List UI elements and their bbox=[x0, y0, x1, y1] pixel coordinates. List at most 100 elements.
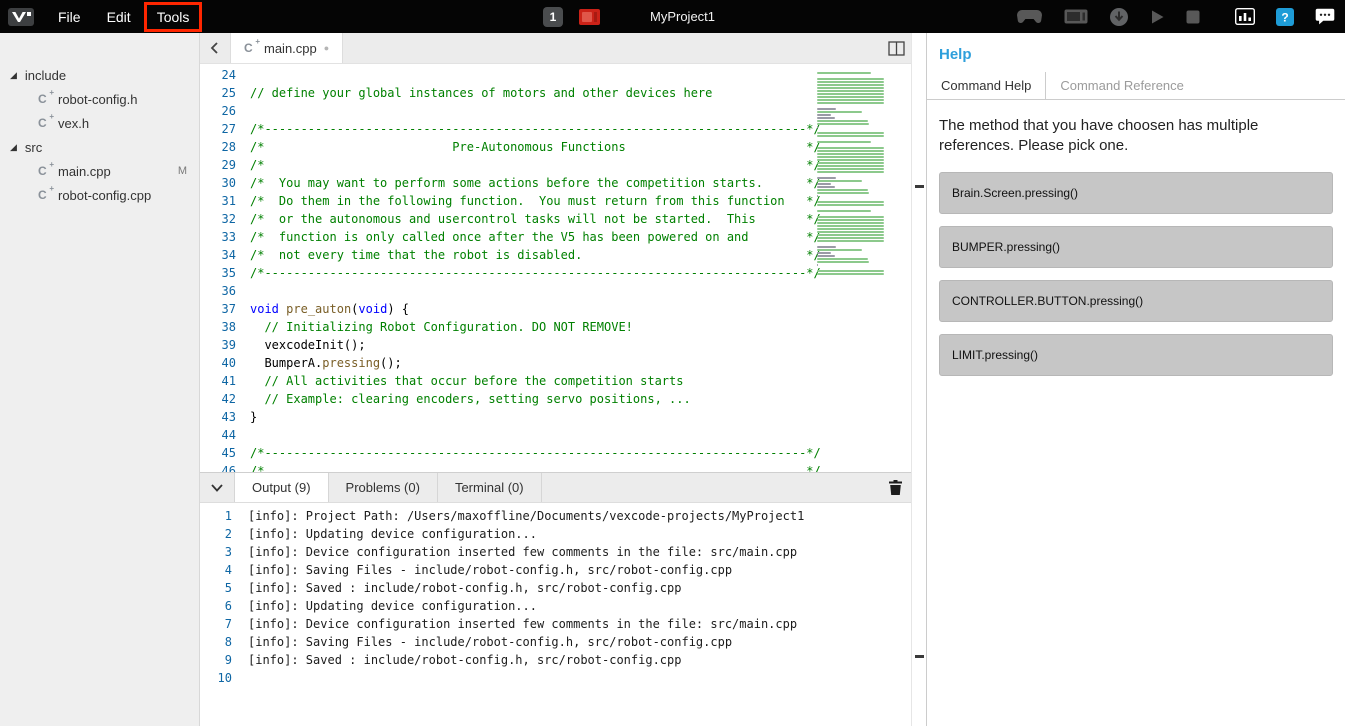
code-line[interactable]: 40 BumperA.pressing(); bbox=[200, 354, 911, 372]
cpp-file-icon: C bbox=[38, 92, 51, 106]
code-line[interactable]: 44 bbox=[200, 426, 911, 444]
minimap[interactable] bbox=[817, 69, 895, 276]
folder-include[interactable]: ◢include bbox=[0, 63, 199, 87]
bottom-tabs: Output (9)Problems (0)Terminal (0) bbox=[234, 473, 542, 502]
project-title: MyProject1 bbox=[650, 9, 715, 24]
folder-name: src bbox=[25, 140, 42, 155]
tab-output[interactable]: Output (9) bbox=[234, 473, 329, 502]
code-line[interactable]: 38 // Initializing Robot Configuration. … bbox=[200, 318, 911, 336]
menu-edit[interactable]: Edit bbox=[97, 5, 141, 29]
code-line[interactable]: 24 bbox=[200, 66, 911, 84]
line-text: /*--------------------------------------… bbox=[250, 120, 821, 138]
code-line[interactable]: 34/* not every time that the robot is di… bbox=[200, 246, 911, 264]
line-text: /* Do them in the following function. Yo… bbox=[250, 192, 821, 210]
tab-command-help[interactable]: Command Help bbox=[927, 72, 1046, 99]
line-number: 36 bbox=[200, 282, 236, 300]
code-line[interactable]: 42 // Example: clearing encoders, settin… bbox=[200, 390, 911, 408]
line-number: 44 bbox=[200, 426, 236, 444]
editor-tabbar: C main.cpp ● bbox=[200, 33, 911, 64]
output-text: [info]: Device configuration inserted fe… bbox=[248, 543, 797, 561]
controller-icon[interactable] bbox=[1016, 8, 1043, 25]
panel-scrollbar[interactable] bbox=[911, 33, 926, 726]
modified-dot-icon: ● bbox=[324, 43, 329, 53]
help-body: The method that you have choosen has mul… bbox=[927, 100, 1345, 404]
folder-src[interactable]: ◢ src bbox=[0, 135, 199, 159]
line-number: 33 bbox=[200, 228, 236, 246]
brain-status-icon[interactable] bbox=[579, 9, 600, 25]
toolbar-icons: ? bbox=[1016, 0, 1335, 33]
code-line[interactable]: 35/*------------------------------------… bbox=[200, 264, 911, 282]
output-line: 7[info]: Device configuration inserted f… bbox=[200, 615, 911, 633]
code-line[interactable]: 45/*------------------------------------… bbox=[200, 444, 911, 462]
code-line[interactable]: 33 /* function is only called once after … bbox=[200, 228, 911, 246]
stop-icon[interactable] bbox=[1186, 10, 1200, 24]
workspace: ◢includeCrobot-config.hCvex.h◢srcCmain.c… bbox=[0, 33, 1345, 726]
line-text: // define your global instances of motor… bbox=[250, 84, 712, 102]
code-line[interactable]: 25 // define your global instances of mot… bbox=[200, 84, 911, 102]
reference-option-button[interactable]: BUMPER.pressing() bbox=[939, 226, 1333, 268]
file-name: vex.h bbox=[58, 116, 89, 131]
tab-problems[interactable]: Problems (0) bbox=[329, 473, 438, 502]
code-line[interactable]: 30/* You may want to perform some action… bbox=[200, 174, 911, 192]
code-line[interactable]: 29/* */ bbox=[200, 156, 911, 174]
download-icon[interactable] bbox=[1109, 7, 1129, 27]
split-editor-button[interactable] bbox=[888, 41, 905, 61]
line-text: /* function is only called once after th… bbox=[250, 228, 821, 246]
code-line[interactable]: 37void pre_auton(void) { bbox=[200, 300, 911, 318]
reference-option-button[interactable]: Brain.Screen.pressing() bbox=[939, 172, 1333, 214]
code-line[interactable]: 26 bbox=[200, 102, 911, 120]
line-number: 8 bbox=[200, 633, 232, 651]
file-tree: ◢includeCrobot-config.hCvex.h◢srcCmain.c… bbox=[0, 63, 199, 207]
reference-option-button[interactable]: LIMIT.pressing() bbox=[939, 334, 1333, 376]
disclosure-triangle-icon[interactable]: ◢ bbox=[10, 71, 17, 80]
line-number: 29 bbox=[200, 156, 236, 174]
file-vex.h[interactable]: Cvex.h bbox=[0, 111, 199, 135]
line-text: void pre_auton(void) { bbox=[250, 300, 409, 318]
reference-option-button[interactable]: CONTROLLER.BUTTON.pressing() bbox=[939, 280, 1333, 322]
line-text: BumperA.pressing(); bbox=[250, 354, 402, 372]
disclosure-triangle-icon[interactable]: ◢ bbox=[10, 143, 17, 152]
file-name: robot-config.cpp bbox=[58, 188, 151, 203]
code-line[interactable]: 36 bbox=[200, 282, 911, 300]
output-line: 8[info]: Saving Files - include/robot-co… bbox=[200, 633, 911, 651]
code-line[interactable]: 31 /* Do them in the following function. … bbox=[200, 192, 911, 210]
tab-terminal[interactable]: Terminal (0) bbox=[438, 473, 542, 502]
code-line[interactable]: 46/* */ bbox=[200, 462, 911, 472]
code-line[interactable]: 27/*------------------------------------… bbox=[200, 120, 911, 138]
menu-tools[interactable]: Tools bbox=[147, 5, 200, 29]
play-icon[interactable] bbox=[1150, 9, 1165, 25]
code-line[interactable]: 43} bbox=[200, 408, 911, 426]
clear-output-button[interactable] bbox=[888, 479, 903, 501]
file-robot-config.cpp[interactable]: Crobot-config.cpp bbox=[0, 183, 199, 207]
line-text: /*--------------------------------------… bbox=[250, 444, 821, 462]
line-number: 31 bbox=[200, 192, 236, 210]
tab-command-reference[interactable]: Command Reference bbox=[1046, 72, 1198, 99]
line-number: 24 bbox=[200, 66, 236, 84]
file-robot-config.h[interactable]: Crobot-config.h bbox=[0, 87, 199, 111]
line-number: 25 bbox=[200, 84, 236, 102]
code-line[interactable]: 32/* or the autonomous and usercontrol t… bbox=[200, 210, 911, 228]
code-line[interactable]: 28/* Pre-Autonomous Functions */ bbox=[200, 138, 911, 156]
code-line[interactable]: 41 // All activities that occur before t… bbox=[200, 372, 911, 390]
feedback-icon[interactable] bbox=[1315, 8, 1335, 25]
output-line: 2[info]: Updating device configuration..… bbox=[200, 525, 911, 543]
slot-badge[interactable]: 1 bbox=[543, 7, 563, 27]
menu-file[interactable]: File bbox=[48, 5, 91, 29]
dashboard-icon[interactable] bbox=[1235, 8, 1255, 25]
cpp-file-icon: C bbox=[38, 116, 51, 130]
line-text: // All activities that occur before the … bbox=[250, 372, 683, 390]
scroll-mark-icon bbox=[915, 655, 924, 658]
brain-icon[interactable] bbox=[1064, 9, 1088, 24]
tab-main-cpp[interactable]: C main.cpp ● bbox=[230, 33, 343, 63]
code-editor[interactable]: 2425 // define your global instances of m… bbox=[200, 64, 911, 472]
collapse-panel-button[interactable] bbox=[200, 473, 234, 502]
code-line[interactable]: 39 vexcodeInit(); bbox=[200, 336, 911, 354]
output-text: [info]: Saved : include/robot-config.h, … bbox=[248, 651, 681, 669]
bottom-tabbar: Output (9)Problems (0)Terminal (0) bbox=[200, 473, 911, 503]
file-main.cpp[interactable]: Cmain.cppM bbox=[0, 159, 199, 183]
back-button[interactable] bbox=[200, 33, 230, 63]
menubar: File Edit Tools 1 MyProject1 bbox=[0, 0, 1345, 33]
output-line: 6[info]: Updating device configuration..… bbox=[200, 597, 911, 615]
vexcode-app: File Edit Tools 1 MyProject1 bbox=[0, 0, 1345, 726]
help-icon[interactable]: ? bbox=[1276, 8, 1294, 26]
